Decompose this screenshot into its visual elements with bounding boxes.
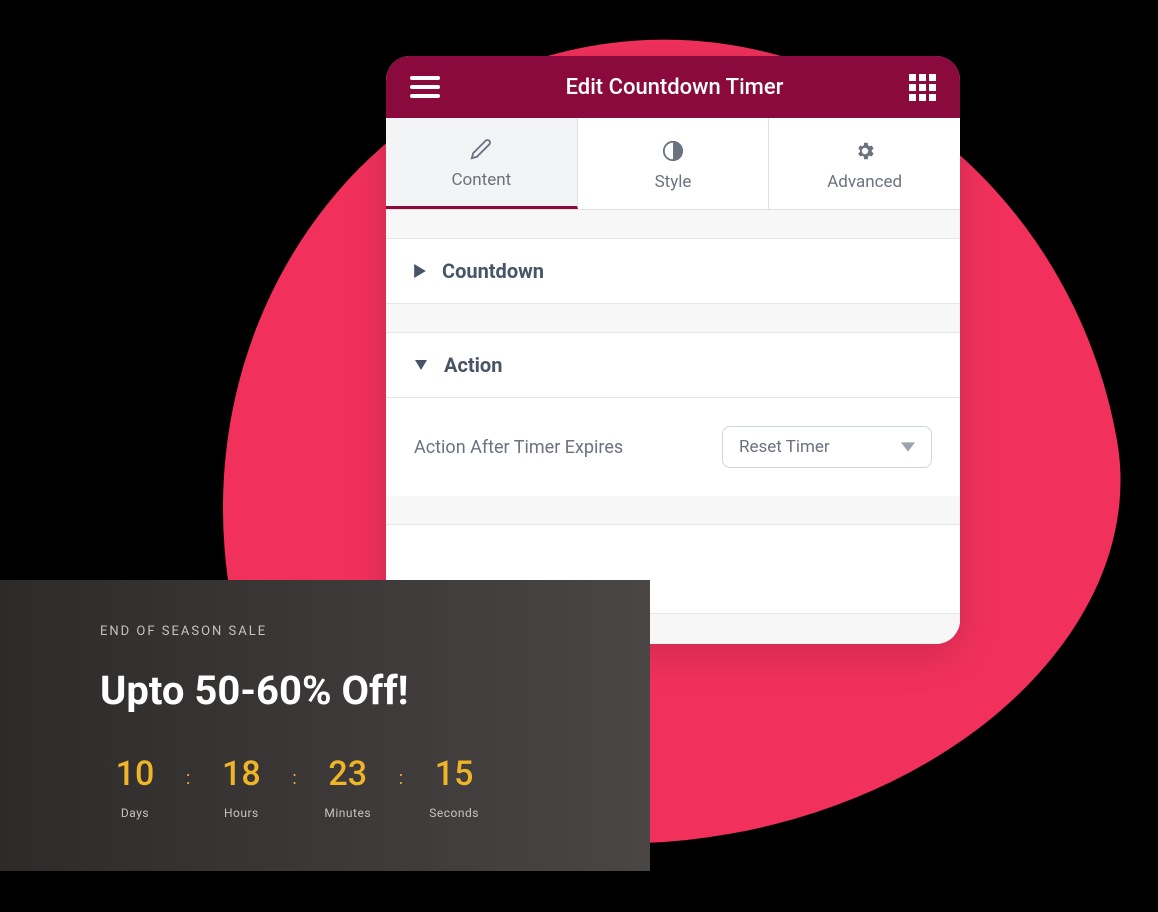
countdown-separator: : (399, 754, 403, 789)
section-action-title: Action (444, 353, 502, 377)
countdown-seconds-value: 15 (435, 754, 474, 794)
panel-title: Edit Countdown Timer (566, 75, 784, 100)
countdown-days-value: 10 (116, 754, 155, 794)
countdown-minutes-value: 23 (328, 754, 367, 794)
countdown-separator: : (292, 754, 296, 789)
tab-style-label: Style (655, 172, 692, 192)
promo-eyebrow: END OF SEASON SALE (100, 624, 594, 639)
tab-style[interactable]: Style (578, 118, 770, 209)
tab-advanced[interactable]: Advanced (769, 118, 960, 209)
tab-advanced-label: Advanced (827, 172, 902, 192)
promo-card: END OF SEASON SALE Upto 50-60% Off! 10 D… (0, 580, 650, 871)
tab-content-label: Content (451, 170, 511, 190)
countdown-hours-label: Hours (224, 806, 259, 820)
editor-panel: Edit Countdown Timer Content Style Advan… (386, 56, 960, 644)
countdown-separator: : (186, 754, 190, 789)
tab-content[interactable]: Content (386, 118, 578, 209)
caret-down-icon (414, 360, 428, 370)
panel-gap (386, 496, 960, 524)
countdown-days-label: Days (121, 806, 149, 820)
countdown-seconds: 15 Seconds (419, 754, 489, 820)
section-action[interactable]: Action (386, 332, 960, 398)
section-countdown[interactable]: Countdown (386, 238, 960, 304)
hamburger-icon[interactable] (410, 76, 440, 98)
countdown-hours-value: 18 (222, 754, 261, 794)
contrast-icon (662, 140, 684, 162)
countdown-minutes-label: Minutes (324, 806, 371, 820)
section-gap (386, 210, 960, 238)
promo-headline: Upto 50-60% Off! (100, 667, 594, 714)
action-section-body: Action After Timer Expires Reset Timer (386, 398, 960, 496)
chevron-down-icon (901, 442, 915, 452)
gear-icon (854, 140, 876, 162)
grid-icon[interactable] (909, 74, 936, 101)
action-expire-label: Action After Timer Expires (414, 437, 702, 458)
section-countdown-title: Countdown (442, 259, 544, 283)
caret-right-icon (414, 264, 426, 278)
countdown-days: 10 Days (100, 754, 170, 820)
section-gap (386, 304, 960, 332)
countdown-minutes: 23 Minutes (313, 754, 383, 820)
tabs: Content Style Advanced (386, 118, 960, 210)
pencil-icon (470, 138, 492, 160)
panel-header: Edit Countdown Timer (386, 56, 960, 118)
countdown-seconds-label: Seconds (429, 806, 479, 820)
countdown-timer: 10 Days : 18 Hours : 23 Minutes : 15 Sec… (100, 754, 594, 820)
countdown-hours: 18 Hours (206, 754, 276, 820)
select-value: Reset Timer (739, 437, 830, 457)
action-expire-select[interactable]: Reset Timer (722, 426, 932, 468)
